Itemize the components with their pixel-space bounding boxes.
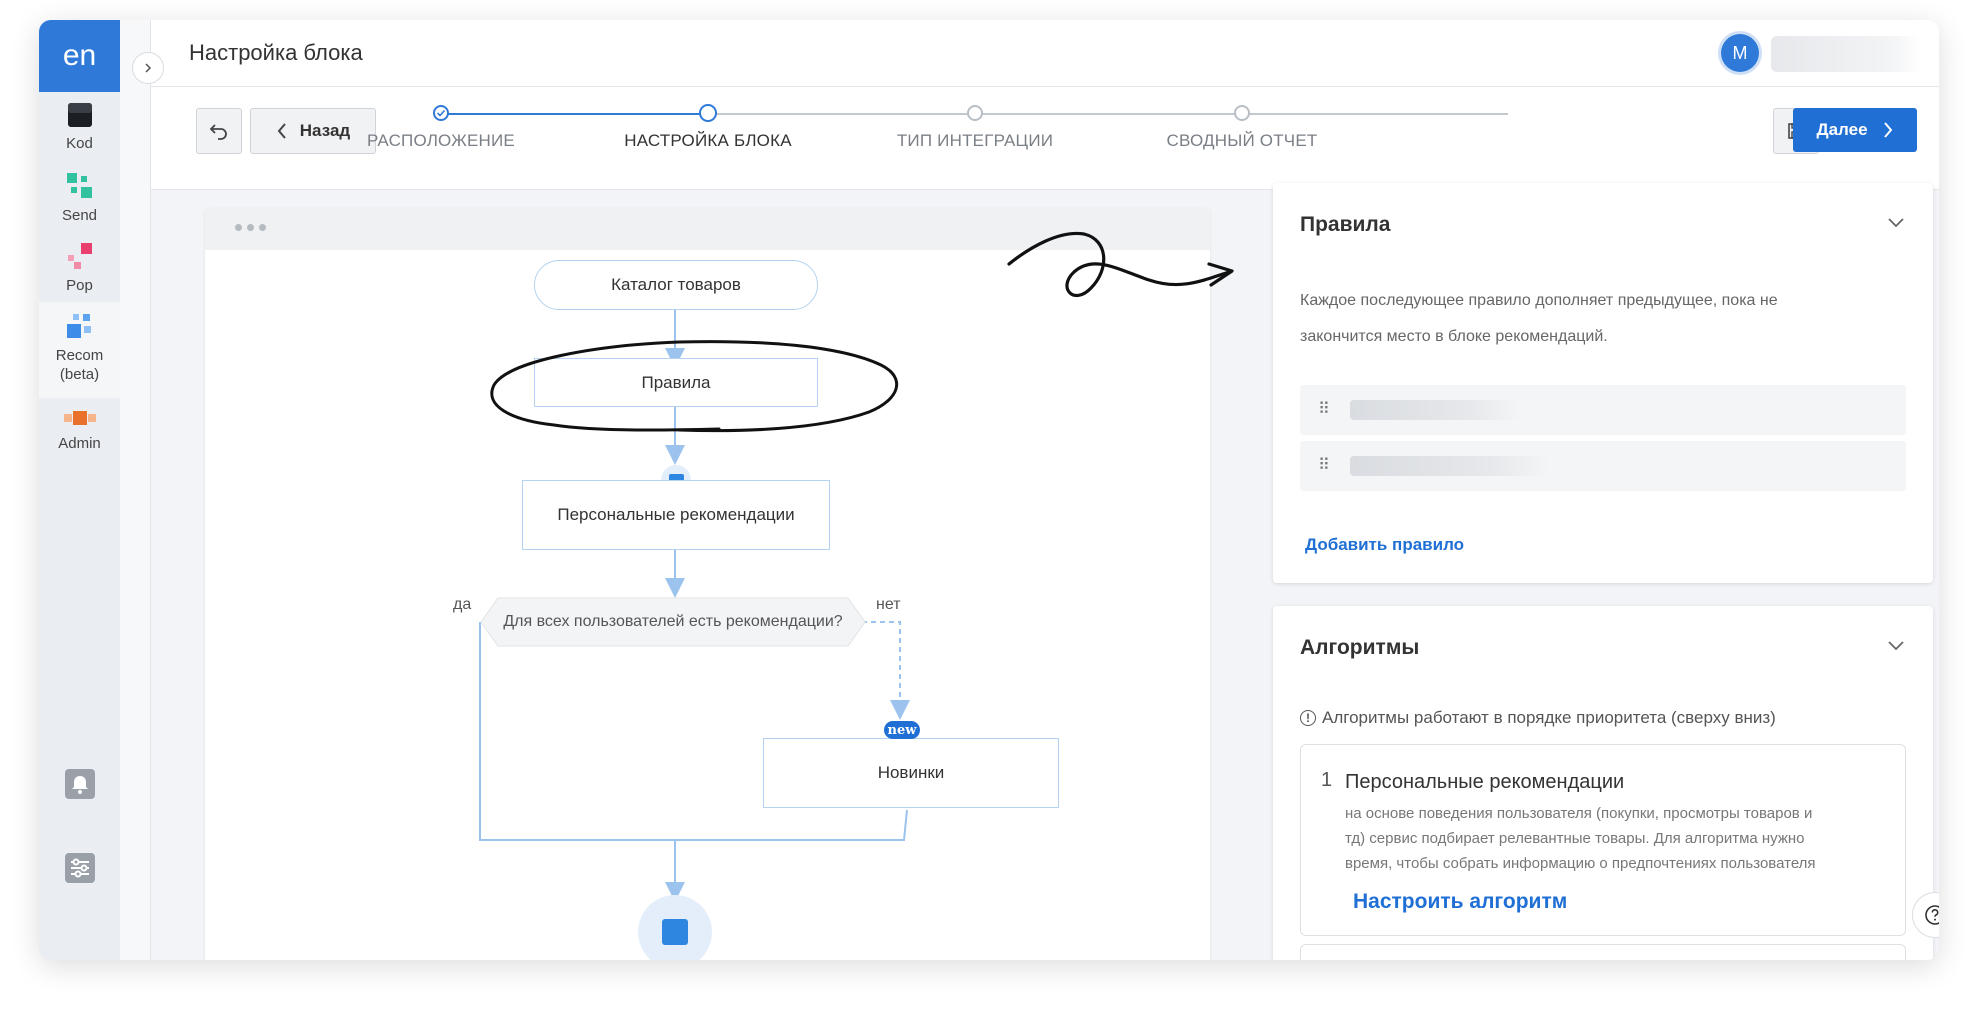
step-label: СВОДНЫЙ ОТЧЕТ	[1166, 131, 1318, 150]
rule-name-redacted	[1350, 456, 1550, 476]
admin-icon	[63, 411, 96, 425]
rules-panel-title: Правила	[1300, 213, 1391, 236]
left-navigation: en Kod Send Pop Recom (beta) Admin	[39, 20, 120, 960]
algorithm-description-line: на основе поведения пользователя (покупк…	[1345, 805, 1813, 822]
chevron-right-icon	[145, 63, 152, 73]
flow-node-new-items[interactable]: Новинки	[763, 738, 1059, 808]
bell-icon	[64, 769, 95, 799]
algorithm-card[interactable]: 1 Персональные рекомендации на основе по…	[1300, 744, 1906, 936]
nav-item-send[interactable]: Send	[39, 172, 120, 225]
collapse-sidebar-button[interactable]	[132, 52, 164, 84]
rules-description-line: закончится место в блоке рекомендаций.	[1300, 328, 1608, 345]
algorithm-title: Персональные рекомендации	[1345, 771, 1625, 793]
chevron-down-icon[interactable]	[1885, 211, 1907, 233]
info-icon: !	[1300, 710, 1316, 726]
new-badge: new	[884, 721, 920, 739]
drag-handle-icon[interactable]: ⠿	[1318, 455, 1330, 475]
pop-icon	[67, 243, 92, 269]
nav-item-recom[interactable]: Recom (beta)	[39, 302, 120, 398]
arrow-head-annotation	[1207, 262, 1234, 287]
algorithms-panel: Алгоритмы ! Алгоритмы работают в порядке…	[1273, 606, 1933, 960]
step-done-dot	[433, 105, 449, 121]
rules-description: Каждое последующее правило дополняет пре…	[1300, 283, 1778, 355]
page-title: Настройка блока	[189, 40, 363, 65]
step-label: ТИП ИНТЕГРАЦИИ	[896, 131, 1054, 150]
algorithm-card[interactable]	[1300, 944, 1906, 960]
step-current-dot	[699, 104, 717, 122]
nav-separator	[120, 20, 151, 960]
step-label: РАСПОЛОЖЕНИЕ	[367, 131, 515, 150]
branch-no-label: нет	[876, 596, 901, 613]
chevron-down-icon[interactable]	[1885, 634, 1907, 656]
stop-icon	[662, 919, 688, 945]
nav-label-pop: Pop	[66, 277, 93, 294]
flow-node-condition[interactable]: Для всех пользователей есть рекомендации…	[480, 597, 866, 647]
step-integration-type[interactable]: ТИП ИНТЕГРАЦИИ	[855, 105, 1095, 151]
settings-sliders-icon	[64, 853, 95, 883]
nav-item-pop[interactable]: Pop	[39, 242, 120, 295]
nav-label-admin: Admin	[58, 435, 101, 452]
wizard-stepper: РАСПОЛОЖЕНИЕ НАСТРОЙКА БЛОКА ТИП ИНТЕГРА…	[367, 104, 1533, 165]
drag-handle-icon[interactable]: ⠿	[1318, 399, 1330, 419]
flow-node-rules[interactable]: Правила	[534, 358, 818, 407]
canvas-toolbar	[205, 208, 1210, 250]
undo-icon	[209, 124, 227, 140]
settings-button[interactable]	[39, 852, 120, 884]
algorithm-index: 1	[1321, 769, 1333, 791]
nav-item-admin[interactable]: Admin	[39, 408, 120, 453]
check-icon	[436, 109, 446, 117]
top-header: Настройка блока M	[151, 20, 1939, 87]
kod-icon	[67, 103, 92, 127]
app-window: en Kod Send Pop Recom (beta) Admin Настр…	[39, 20, 1939, 960]
flow-node-catalog[interactable]: Каталог товаров	[534, 260, 818, 310]
nav-label-kod: Kod	[66, 135, 93, 152]
next-button[interactable]: Далее	[1793, 108, 1917, 152]
step-connector-pending	[708, 113, 1508, 115]
step-label: НАСТРОЙКА БЛОКА	[624, 131, 792, 150]
notifications-button[interactable]	[39, 768, 120, 800]
configure-algorithm-link[interactable]: Настроить алгоритм	[1353, 890, 1567, 914]
send-icon	[66, 173, 92, 198]
question-icon	[1925, 905, 1939, 925]
step-location[interactable]: РАСПОЛОЖЕНИЕ	[321, 105, 561, 151]
algorithm-description: на основе поведения пользователя (покупк…	[1345, 801, 1885, 876]
wizard-toolbar: Назад РАСПОЛОЖЕНИЕ НАСТРОЙКА БЛОКА ТИП И…	[151, 87, 1939, 190]
chevron-left-icon	[277, 123, 286, 139]
undo-button[interactable]	[196, 108, 242, 154]
user-avatar[interactable]: M	[1721, 34, 1759, 72]
step-block-settings[interactable]: НАСТРОЙКА БЛОКА	[588, 104, 828, 151]
branch-yes-label: да	[453, 596, 472, 613]
algorithms-info: ! Алгоритмы работают в порядке приоритет…	[1300, 708, 1776, 728]
nav-item-kod[interactable]: Kod	[39, 102, 120, 153]
rule-row[interactable]: ⠿	[1300, 385, 1906, 435]
algorithms-info-text: Алгоритмы работают в порядке приоритета …	[1322, 708, 1776, 727]
chevron-right-icon	[1883, 122, 1892, 138]
rule-name-redacted	[1350, 400, 1520, 420]
app-logo[interactable]: en	[39, 20, 120, 92]
flow-end-node[interactable]	[638, 895, 712, 960]
rules-panel: Правила Каждое последующее правило допол…	[1273, 183, 1933, 583]
algorithm-description-line: время, чтобы собрать информацию о предпо…	[1345, 855, 1816, 872]
flow-canvas[interactable]	[205, 208, 1210, 960]
algorithms-panel-title: Алгоритмы	[1300, 636, 1420, 659]
user-name-redacted[interactable]	[1771, 36, 1921, 72]
step-pending-dot	[967, 105, 983, 121]
rule-row[interactable]: ⠿	[1300, 441, 1906, 491]
next-button-label: Далее	[1816, 120, 1868, 139]
flow-node-personal-recs[interactable]: Персональные рекомендации	[522, 480, 830, 550]
step-pending-dot	[1234, 105, 1250, 121]
step-summary-report[interactable]: СВОДНЫЙ ОТЧЕТ	[1122, 105, 1362, 151]
nav-label-send: Send	[61, 207, 98, 224]
add-rule-link[interactable]: Добавить правило	[1305, 535, 1464, 555]
algorithm-description-line: тд) сервис подбирает релевантные товары.…	[1345, 830, 1805, 847]
recom-icon	[66, 314, 91, 338]
nav-label-recom: Recom (beta)	[55, 347, 104, 383]
rules-description-line: Каждое последующее правило дополняет пре…	[1300, 292, 1778, 309]
more-icon[interactable]	[235, 224, 266, 231]
